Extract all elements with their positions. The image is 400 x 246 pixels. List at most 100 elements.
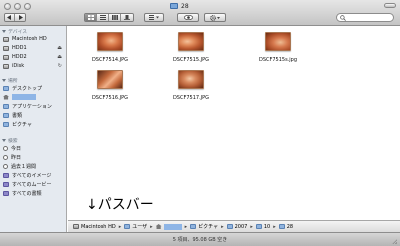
- file-item[interactable]: DSCF7514.JPG: [80, 32, 140, 63]
- sidebar-item-documents[interactable]: 書類: [3, 111, 66, 119]
- eject-icon[interactable]: ⏏: [57, 45, 62, 51]
- path-item-label: 28: [286, 223, 294, 230]
- column-view-icon: [111, 15, 118, 20]
- disclosure-triangle-icon: [2, 30, 6, 33]
- folder-icon: [278, 224, 285, 229]
- sidebar-item-label: Macintosh HD: [12, 36, 47, 42]
- sidebar-item-label: HDD1: [12, 45, 27, 51]
- gear-icon: [209, 14, 220, 21]
- left-triangle-icon: [7, 15, 12, 20]
- clock-icon: [3, 163, 8, 169]
- path-item-home[interactable]: [155, 223, 182, 230]
- sidebar-item-hdd2[interactable]: HDD2 ⏏: [3, 53, 66, 61]
- desktop-folder-icon: [3, 85, 9, 91]
- column-view-button[interactable]: [109, 14, 122, 21]
- file-icon-view: DSCF7514.JPG DSCF7515.JPG DSCF7515s.jpg …: [68, 26, 400, 220]
- sidebar-item-all-movies[interactable]: すべてのムービー: [3, 180, 66, 188]
- finder-window: 28 デバイス Macintosh HD HDD1 ⏏ HDD2 ⏏ iDisk…: [0, 0, 400, 246]
- path-item-label: 10: [263, 223, 271, 230]
- path-item-10[interactable]: 10: [255, 223, 271, 230]
- disk-icon: [73, 224, 79, 229]
- sidebar-item-label: すべてのイメージ: [12, 172, 52, 179]
- home-icon: [3, 94, 9, 100]
- sidebar: デバイス Macintosh HD HDD1 ⏏ HDD2 ⏏ iDisk ↻ …: [0, 26, 67, 232]
- sidebar-item-label: 過去１週間: [11, 163, 37, 170]
- back-button[interactable]: [5, 14, 16, 21]
- disclosure-triangle-icon: [2, 79, 6, 82]
- sidebar-item-applications[interactable]: アプリケーション: [3, 102, 66, 110]
- image-thumbnail: [265, 32, 291, 51]
- sidebar-item-label: 今日: [11, 145, 22, 152]
- eye-icon: [183, 15, 193, 20]
- zoom-window-button[interactable]: [24, 3, 31, 10]
- disk-icon: [3, 36, 9, 42]
- file-item[interactable]: DSCF7517.JPG: [161, 70, 221, 101]
- file-item[interactable]: DSCF7516.JPG: [80, 70, 140, 101]
- file-name: DSCF7514.JPG: [91, 57, 129, 63]
- sidebar-item-all-documents[interactable]: すべての書類: [3, 189, 66, 197]
- sidebar-item-macintosh-hd[interactable]: Macintosh HD: [3, 35, 66, 43]
- path-item-28[interactable]: 28: [278, 223, 294, 230]
- sidebar-section-devices[interactable]: デバイス: [2, 28, 27, 35]
- clock-icon: [3, 154, 8, 160]
- sidebar-section-search[interactable]: 検索: [2, 137, 18, 144]
- quick-look-button[interactable]: [177, 13, 199, 22]
- smart-folder-icon: [3, 181, 9, 187]
- folder-icon: [170, 3, 178, 9]
- file-name: DSCF7515.JPG: [172, 57, 210, 63]
- file-item[interactable]: DSCF7515s.jpg: [248, 32, 308, 63]
- coverflow-view-button[interactable]: [121, 14, 133, 21]
- path-item-users[interactable]: ユーザ: [124, 223, 147, 230]
- sidebar-item-pictures[interactable]: ピクチャ: [3, 120, 66, 128]
- minimize-window-button[interactable]: [14, 3, 21, 10]
- sidebar-item-idisk[interactable]: iDisk ↻: [3, 62, 66, 70]
- sidebar-item-desktop[interactable]: デスクトップ: [3, 84, 66, 92]
- chevron-right-icon: ▸: [118, 223, 122, 230]
- chevron-right-icon: ▸: [250, 223, 253, 230]
- sidebar-item-label: すべての書類: [12, 190, 42, 197]
- sidebar-item-hdd1[interactable]: HDD1 ⏏: [3, 44, 66, 52]
- search-field[interactable]: [336, 13, 394, 22]
- pictures-folder-icon: [3, 121, 9, 127]
- home-icon: [155, 224, 162, 229]
- file-item[interactable]: DSCF7515.JPG: [161, 32, 221, 63]
- action-gear-button[interactable]: [204, 13, 226, 22]
- sidebar-item-label: アプリケーション: [12, 103, 52, 110]
- sidebar-item-label: ピクチャ: [12, 121, 32, 128]
- sync-icon[interactable]: ↻: [58, 63, 62, 69]
- smart-folder-icon: [3, 172, 9, 178]
- path-bar: Macintosh HD ▸ ユーザ ▸ ▸ ピクチャ ▸ 2007 ▸ 10 …: [68, 220, 400, 232]
- list-view-button[interactable]: [97, 14, 110, 21]
- path-item-pictures[interactable]: ピクチャ: [190, 223, 218, 230]
- eject-icon[interactable]: ⏏: [57, 54, 62, 60]
- toolbar-toggle-button[interactable]: [384, 3, 396, 8]
- redacted-username: [163, 223, 182, 230]
- sidebar-item-past-week[interactable]: 過去１週間: [3, 162, 66, 170]
- sidebar-item-home[interactable]: [3, 93, 66, 101]
- forward-button[interactable]: [15, 14, 25, 21]
- status-text: 5 項目、95.08 GB 空き: [172, 237, 228, 243]
- list-view-icon: [99, 15, 106, 20]
- sidebar-section-label: デバイス: [8, 30, 28, 35]
- file-name: DSCF7515s.jpg: [258, 57, 298, 63]
- sidebar-item-label: HDD2: [12, 54, 27, 60]
- disk-icon: [3, 63, 9, 69]
- chevron-right-icon: ▸: [150, 223, 153, 230]
- sidebar-item-label: すべてのムービー: [12, 181, 52, 188]
- folder-icon: [190, 224, 197, 229]
- arrange-menu-button[interactable]: [144, 13, 164, 22]
- smart-folder-icon: [3, 190, 9, 196]
- icon-view-button[interactable]: [85, 14, 98, 21]
- icon-view-icon: [87, 15, 94, 20]
- sidebar-item-all-images[interactable]: すべてのイメージ: [3, 171, 66, 179]
- sidebar-item-today[interactable]: 今日: [3, 144, 66, 152]
- chevron-right-icon: ▸: [221, 223, 224, 230]
- sidebar-section-places[interactable]: 場所: [2, 77, 18, 84]
- path-item-macintosh-hd[interactable]: Macintosh HD: [73, 224, 116, 230]
- path-item-2007[interactable]: 2007: [226, 224, 247, 230]
- toolbar: 28: [0, 0, 400, 26]
- back-forward-group: [4, 13, 26, 22]
- right-triangle-icon: [18, 15, 23, 20]
- close-window-button[interactable]: [4, 3, 11, 10]
- sidebar-item-yesterday[interactable]: 昨日: [3, 153, 66, 161]
